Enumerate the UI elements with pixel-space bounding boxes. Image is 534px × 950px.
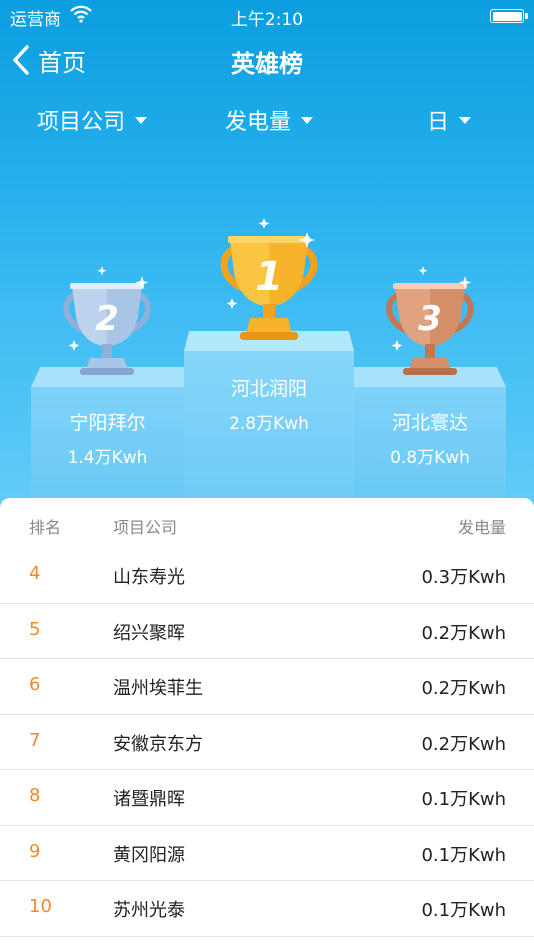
row-company: 温州埃菲生 [113, 678, 203, 699]
list-item[interactable]: 6 温州埃菲生 0.2万Kwh [0, 659, 534, 715]
ranking-rows: 4 山东寿光 0.3万Kwh 5 绍兴聚晖 0.2万Kwh 6 温州埃菲生 0.… [0, 548, 534, 937]
row-generation: 0.1万Kwh [421, 900, 506, 921]
header-rank: 排名 [29, 518, 62, 537]
podium-second-name: 宁阳拜尔 [69, 412, 146, 434]
row-company: 黄冈阳源 [113, 844, 185, 866]
podium-second-value: 1.4万Kwh [67, 448, 148, 468]
trophy-rank-1: 1 [255, 254, 283, 300]
gold-trophy-icon: 1 [212, 218, 326, 348]
row-generation: 0.2万Kwh [421, 622, 506, 644]
row-company: 山东寿光 [113, 567, 185, 588]
row-rank: 6 [29, 674, 41, 695]
row-rank: 8 [29, 785, 41, 806]
podium-third[interactable]: 河北寰达 0.8万Kwh [354, 0, 506, 520]
trophy-rank-2: 2 [95, 299, 119, 339]
header-company: 项目公司 [113, 518, 178, 537]
podium-third-name: 河北寰达 [391, 412, 468, 434]
podium-first-value: 2.8万Kwh [229, 414, 309, 434]
header-generation: 发电量 [457, 518, 506, 537]
row-rank: 9 [29, 840, 41, 862]
row-company: 安徽京东方 [113, 733, 203, 755]
row-generation: 0.3万Kwh [421, 567, 506, 588]
podium-second[interactable]: 宁阳拜尔 1.4万Kwh [31, 0, 184, 520]
row-generation: 0.2万Kwh [421, 733, 506, 755]
row-company: 绍兴聚晖 [113, 622, 185, 644]
podium-first-name: 河北润阳 [230, 378, 307, 400]
row-company: 苏州光泰 [113, 900, 185, 921]
row-rank: 5 [29, 618, 41, 640]
list-item[interactable]: 4 山东寿光 0.3万Kwh [0, 548, 534, 604]
row-rank: 10 [29, 896, 52, 917]
list-item[interactable]: 5 绍兴聚晖 0.2万Kwh [0, 604, 534, 659]
row-generation: 0.2万Kwh [421, 678, 506, 699]
list-item[interactable]: 9 黄冈阳源 0.1万Kwh [0, 826, 534, 881]
list-item[interactable]: 7 安徽京东方 0.2万Kwh [0, 715, 534, 770]
list-item[interactable]: 10 苏州光泰 0.1万Kwh [0, 881, 534, 937]
bronze-trophy-icon: 3 [379, 266, 481, 384]
hero-header: 运营商 上午2:10 首页 英雄榜 项目公司 发电量 日 宁阳拜尔 1.4万Kw… [0, 0, 534, 520]
row-rank: 7 [29, 729, 41, 751]
row-generation: 0.1万Kwh [421, 789, 506, 810]
ranking-list-header: 排名 项目公司 发电量 [0, 498, 534, 548]
trophy-rank-3: 3 [418, 299, 442, 339]
podium-third-value: 0.8万Kwh [390, 448, 470, 468]
row-rank: 4 [29, 563, 41, 584]
row-generation: 0.1万Kwh [421, 844, 506, 866]
silver-trophy-icon: 2 [56, 266, 158, 384]
ranking-list: 排名 项目公司 发电量 4 山东寿光 0.3万Kwh 5 绍兴聚晖 0.2万Kw… [0, 498, 534, 950]
list-item[interactable]: 8 诸暨鼎晖 0.1万Kwh [0, 770, 534, 826]
row-company: 诸暨鼎晖 [113, 789, 185, 810]
